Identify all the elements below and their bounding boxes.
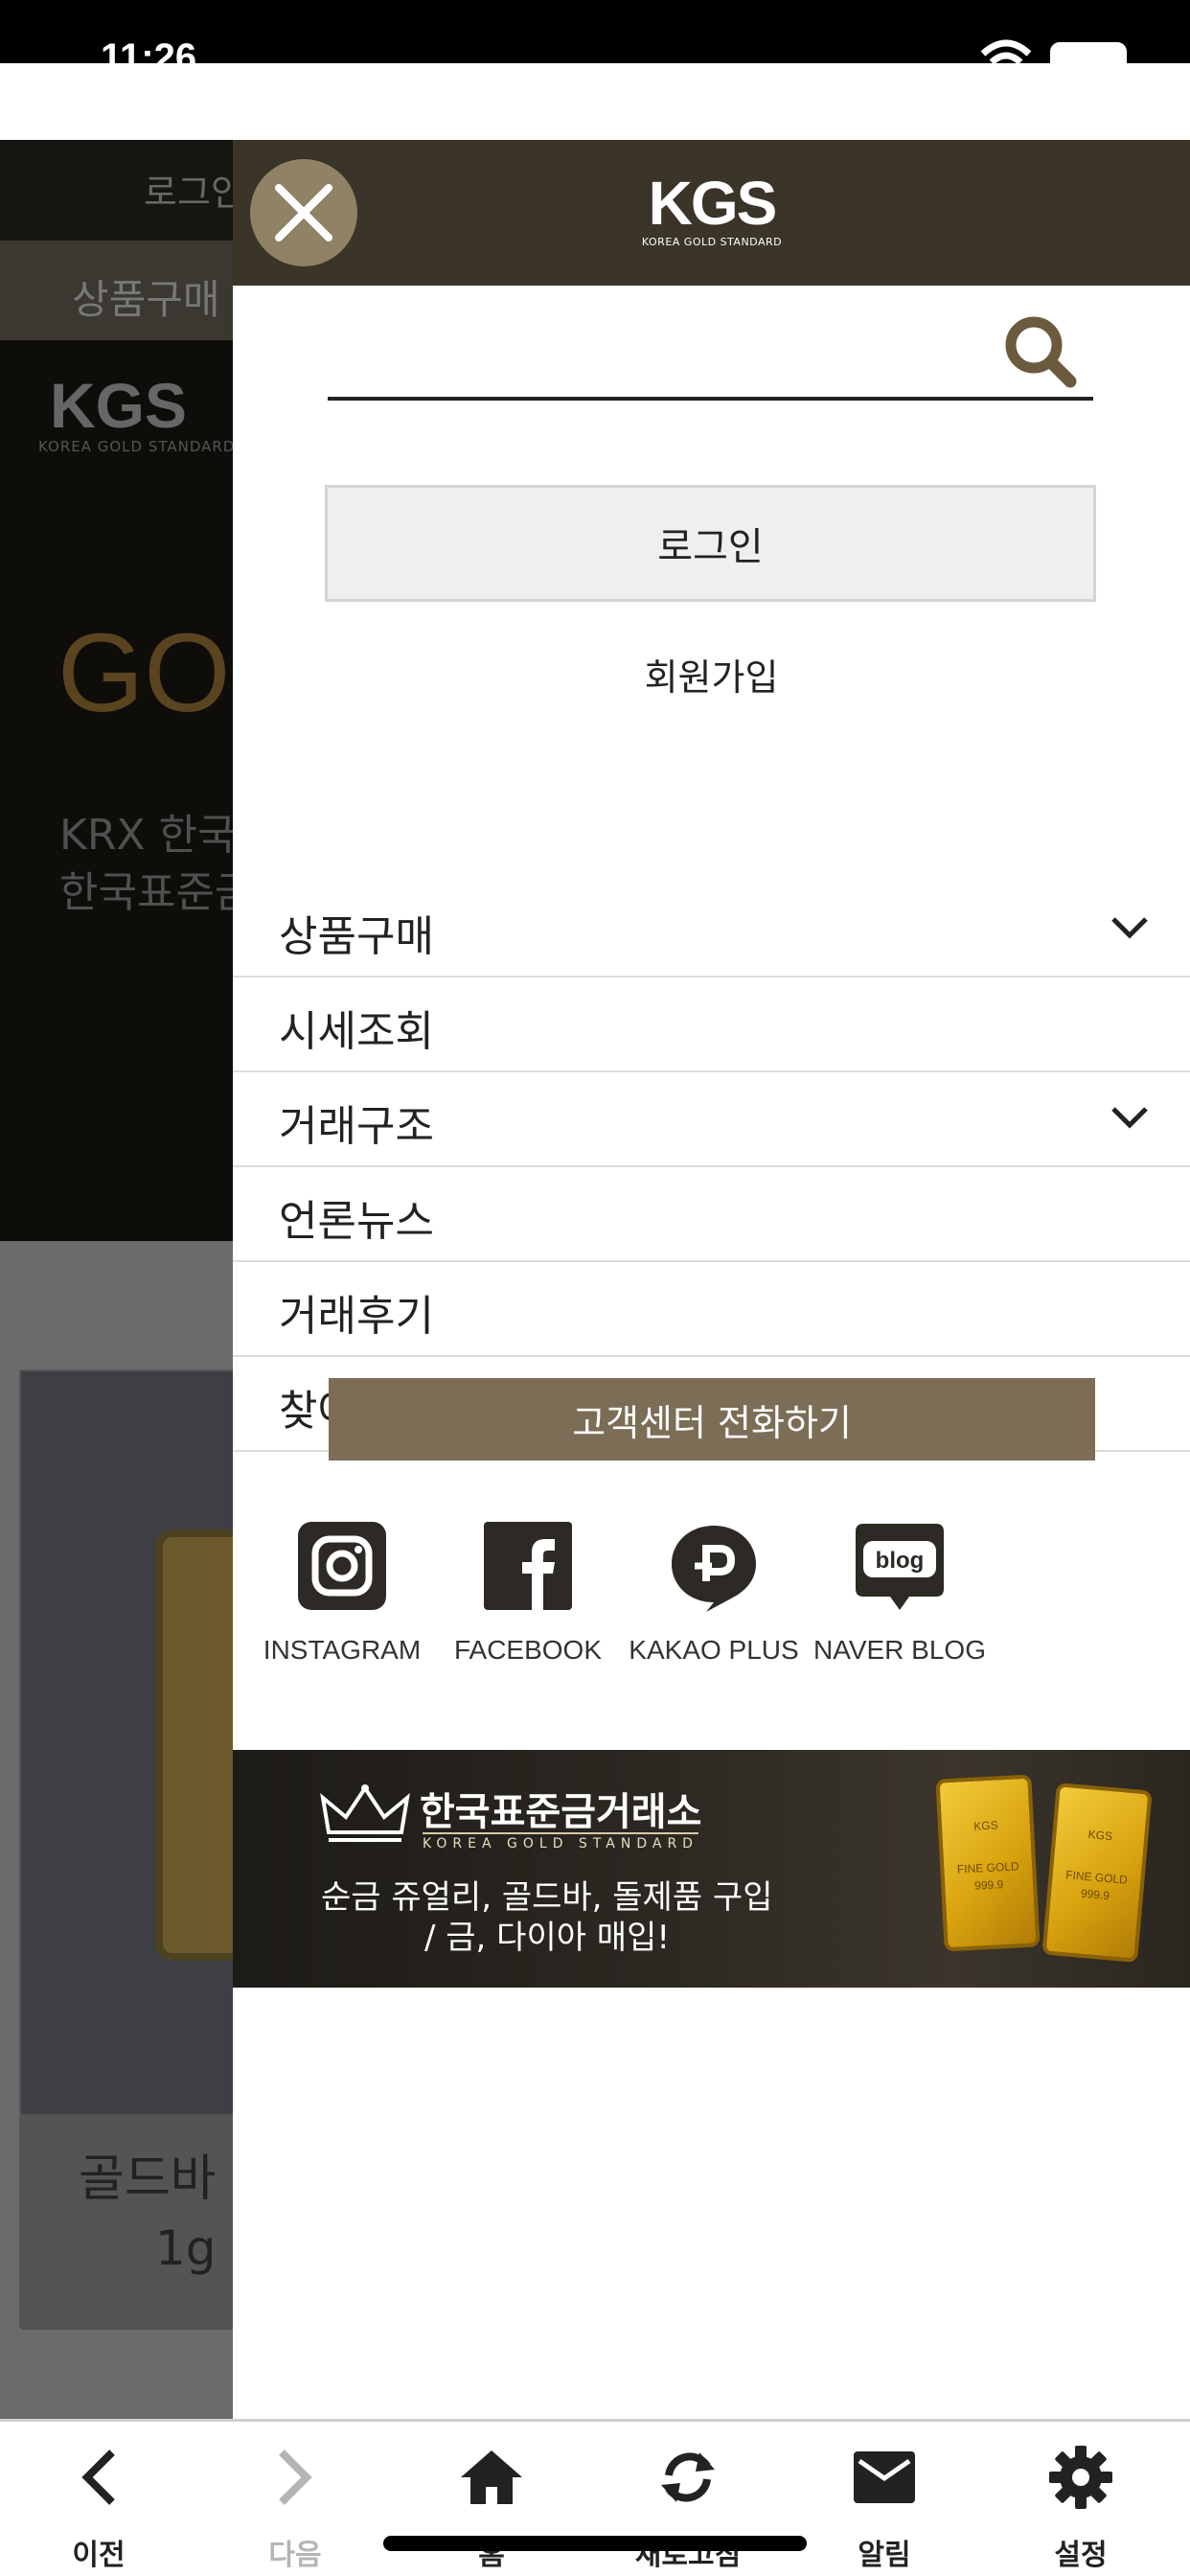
background-login-link: 로그인 bbox=[144, 172, 244, 214]
gold-bar-text: FINE GOLD bbox=[956, 1859, 1019, 1876]
settings-button[interactable]: 설정 bbox=[1004, 2443, 1157, 2573]
background-logo-tagline: KOREA GOLD STANDARD bbox=[38, 438, 236, 455]
mail-icon bbox=[854, 2451, 915, 2503]
background-sub-nav-label: 상품구매 bbox=[72, 276, 220, 323]
menu-item-reviews[interactable]: 거래후기 bbox=[233, 1262, 1190, 1357]
home-indicator bbox=[383, 2536, 807, 2551]
close-icon bbox=[275, 184, 332, 242]
gold-bar-text: KGS bbox=[973, 1818, 998, 1833]
bottom-toolbar: 이전 다음 홈 새로고침 알림 설정 bbox=[0, 2419, 1190, 2576]
status-time: 11:26 bbox=[101, 36, 197, 63]
kakao-plus-link[interactable]: KAKAO PLUS bbox=[618, 1520, 810, 1666]
menu-item-label: 거래구조 bbox=[279, 1102, 434, 1151]
background-hero-desc-2: 한국표준금 bbox=[59, 868, 254, 917]
settings-label: 설정 bbox=[1054, 2539, 1108, 2572]
forward-button[interactable]: 다음 bbox=[218, 2443, 372, 2573]
forward-label: 다음 bbox=[268, 2539, 322, 2572]
gold-bar-image: KGS FINE GOLD 999.9 bbox=[935, 1774, 1041, 1952]
background-logo: KGS bbox=[50, 370, 188, 441]
naver-blog-icon: blog bbox=[856, 1524, 944, 1610]
search-icon[interactable] bbox=[997, 309, 1084, 395]
brand-logo-text: KGS bbox=[648, 169, 778, 238]
promo-banner[interactable]: 한국표준금거래소 KOREA GOLD STANDARD 순금 쥬얼리, 골드바… bbox=[233, 1750, 1190, 1988]
menu-item-price-inquiry[interactable]: 시세조회 bbox=[233, 978, 1190, 1072]
naver-blog-icon-text: blog bbox=[876, 1548, 925, 1574]
browser-bar bbox=[0, 63, 1190, 140]
home-icon bbox=[461, 2450, 522, 2504]
instagram-link[interactable]: INSTAGRAM bbox=[246, 1520, 438, 1666]
menu-item-product-purchase[interactable]: 상품구매 bbox=[233, 883, 1190, 978]
side-drawer: KGS KOREA GOLD STANDARD 로그인 회원가입 상품구매 시세… bbox=[233, 140, 1190, 2419]
banner-text-line-2: / 금, 다이아 매입! bbox=[424, 1919, 670, 1957]
search-input[interactable] bbox=[328, 347, 998, 401]
kakao-plus-icon bbox=[672, 1526, 756, 1612]
notifications-button[interactable]: 알림 bbox=[808, 2443, 961, 2573]
gear-icon bbox=[1049, 2446, 1112, 2509]
forward-arrow-icon bbox=[279, 2450, 312, 2505]
menu-item-trade-structure[interactable]: 거래구조 bbox=[233, 1072, 1190, 1167]
banner-subtitle: KOREA GOLD STANDARD bbox=[423, 1832, 698, 1852]
signup-link[interactable]: 회원가입 bbox=[233, 648, 1190, 701]
crown-icon bbox=[320, 1784, 410, 1842]
instagram-label: INSTAGRAM bbox=[263, 1635, 422, 1665]
refresh-icon bbox=[661, 2452, 715, 2502]
background-hero-desc-1: KRX 한국 bbox=[59, 811, 237, 860]
facebook-label: FACEBOOK bbox=[453, 1635, 603, 1665]
menu-item-label: 거래후기 bbox=[279, 1292, 434, 1341]
menu-item-label: 시세조회 bbox=[279, 1007, 434, 1056]
back-button[interactable]: 이전 bbox=[22, 2443, 175, 2573]
back-arrow-icon bbox=[81, 2450, 115, 2505]
refresh-button[interactable]: 새로고침 bbox=[611, 2443, 765, 2573]
gold-bar-text: KGS bbox=[1087, 1828, 1113, 1844]
login-button[interactable]: 로그인 bbox=[325, 485, 1096, 602]
menu-list: 상품구매 시세조회 거래구조 언론뉴스 거래후기 찾아오시는 길 bbox=[233, 883, 1190, 1452]
menu-item-label: 언론뉴스 bbox=[279, 1197, 434, 1246]
gold-bar-image: KGS FINE GOLD 999.9 bbox=[1041, 1782, 1153, 1964]
kakao-plus-label: KAKAO PLUS bbox=[629, 1635, 799, 1665]
gold-bar-text: 999.9 bbox=[973, 1877, 1004, 1893]
notifications-label: 알림 bbox=[858, 2539, 911, 2572]
wifi-icon bbox=[980, 39, 1032, 63]
brand-logo-tagline: KOREA GOLD STANDARD bbox=[641, 236, 783, 248]
battery-icon bbox=[1050, 42, 1127, 63]
naver-blog-label: NAVER BLOG bbox=[813, 1635, 986, 1665]
close-button[interactable] bbox=[250, 159, 357, 266]
facebook-icon bbox=[484, 1522, 572, 1610]
back-label: 이전 bbox=[72, 2539, 126, 2572]
search-underline bbox=[328, 397, 1093, 401]
gold-bar-text: 999.9 bbox=[1080, 1886, 1110, 1903]
facebook-link[interactable]: FACEBOOK bbox=[432, 1520, 624, 1666]
background-product-weight: 1g bbox=[155, 2220, 217, 2276]
brand-logo[interactable]: KGS KOREA GOLD STANDARD bbox=[616, 172, 808, 248]
instagram-icon bbox=[298, 1522, 386, 1610]
drawer-header: KGS KOREA GOLD STANDARD bbox=[233, 140, 1190, 286]
chevron-down-icon bbox=[1111, 917, 1148, 939]
call-center-button[interactable]: 고객센터 전화하기 bbox=[329, 1378, 1095, 1460]
home-button[interactable]: 홈 bbox=[415, 2443, 568, 2573]
banner-title: 한국표준금거래소 bbox=[420, 1790, 702, 1834]
menu-item-press-news[interactable]: 언론뉴스 bbox=[233, 1167, 1190, 1262]
menu-item-label: 상품구매 bbox=[279, 912, 434, 961]
status-bar: 11:26 bbox=[0, 0, 1190, 63]
chevron-down-icon bbox=[1111, 1107, 1148, 1129]
naver-blog-link[interactable]: blog NAVER BLOG bbox=[804, 1520, 995, 1666]
